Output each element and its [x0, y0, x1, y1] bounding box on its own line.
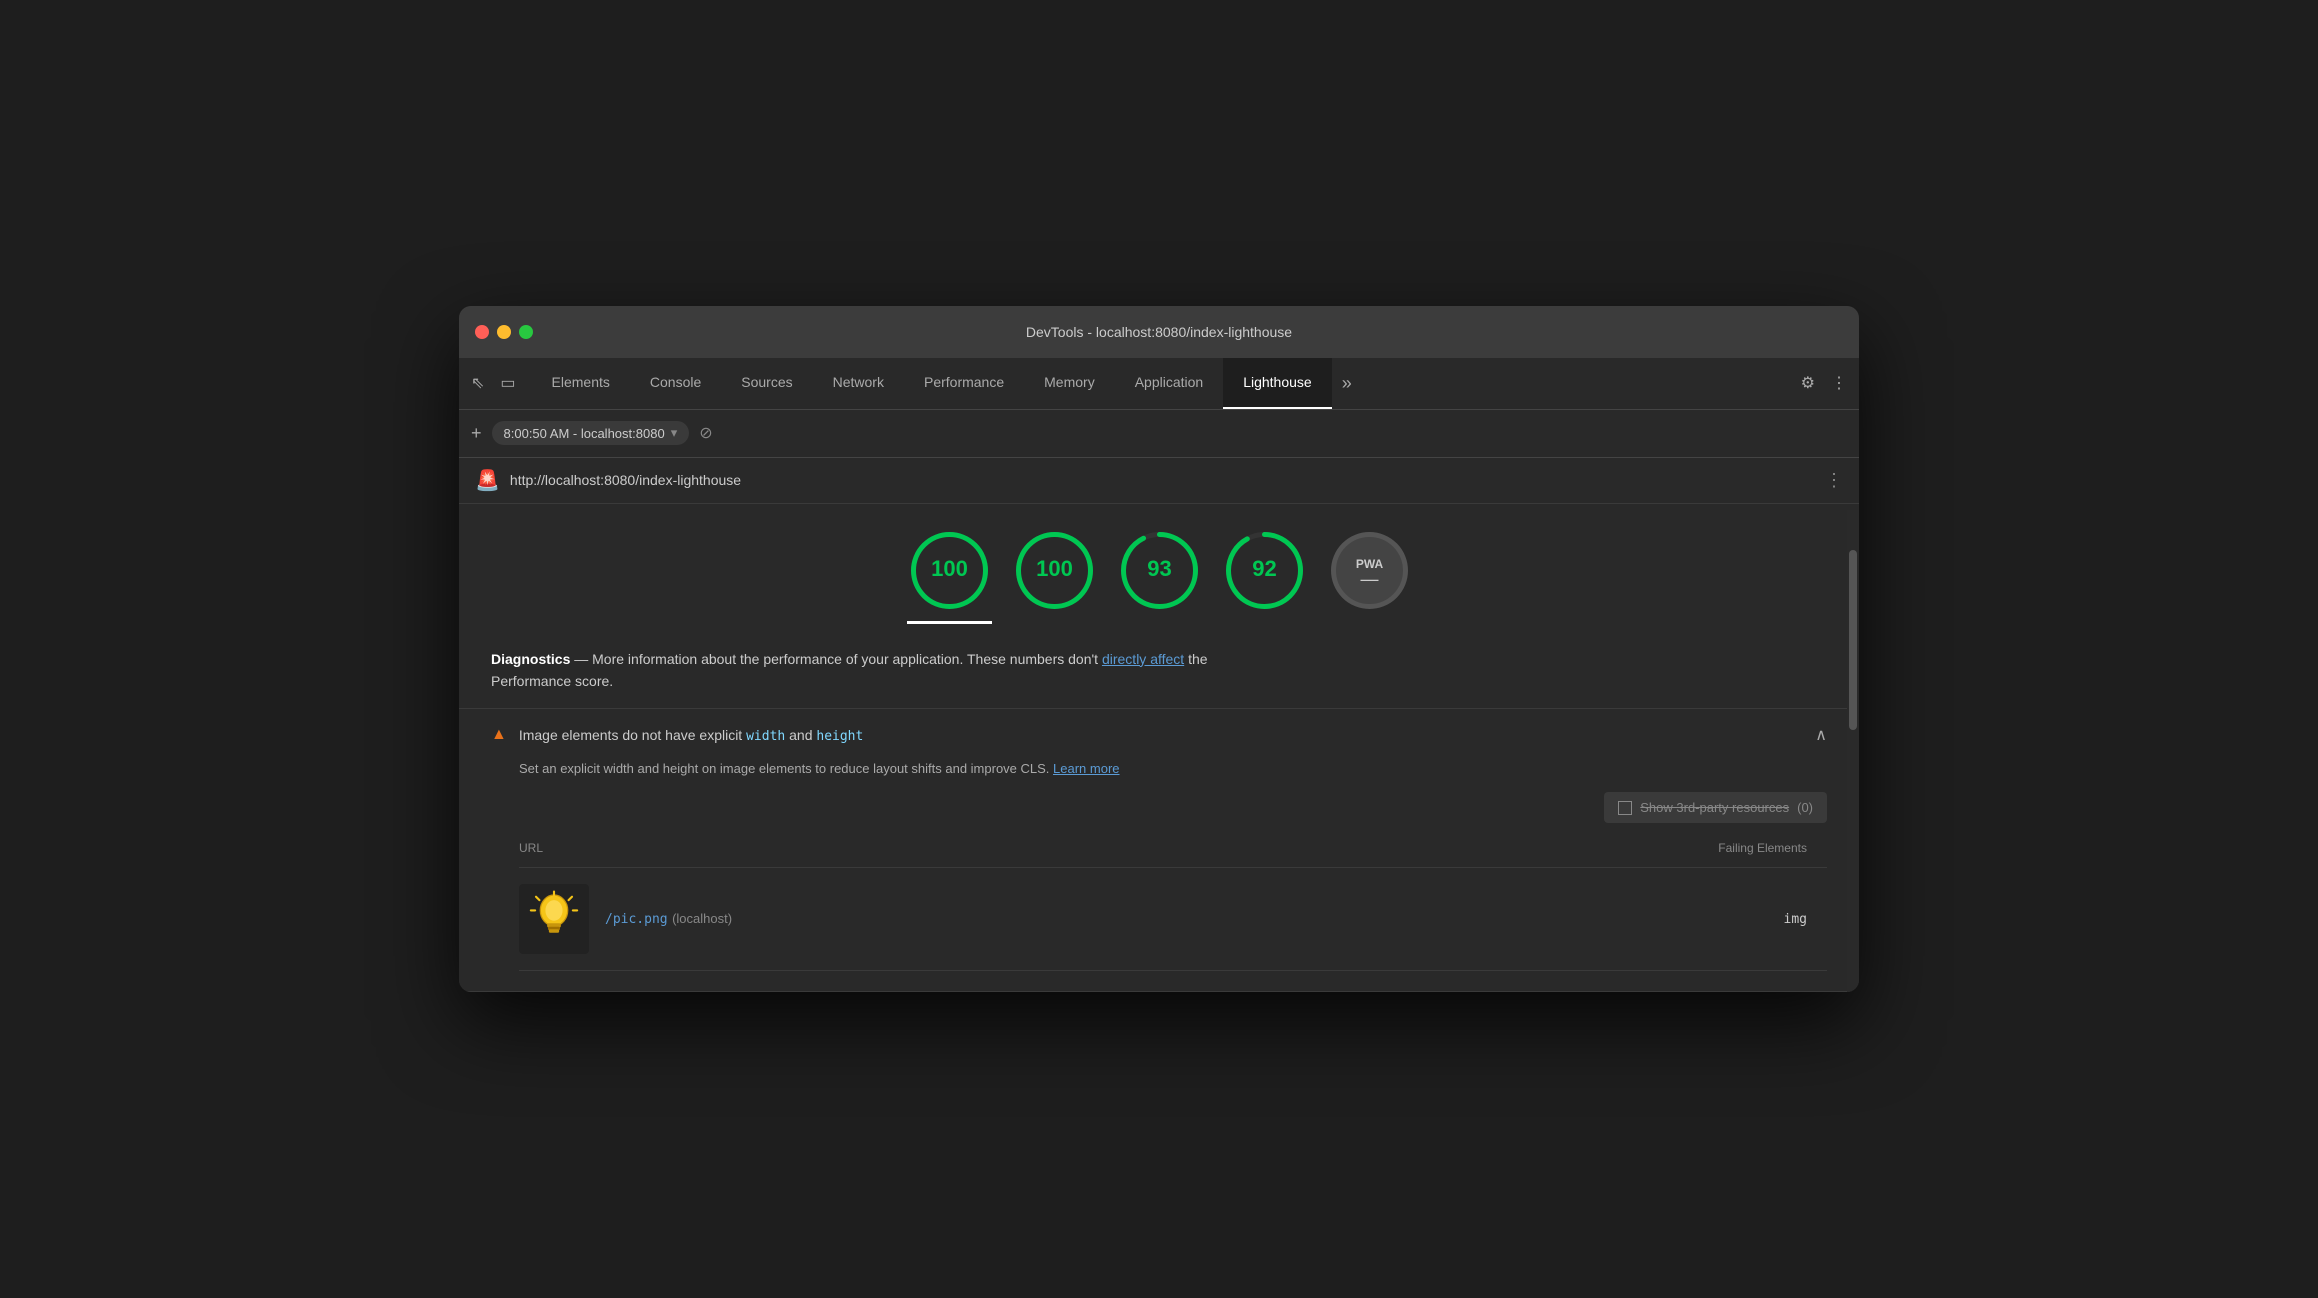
tab-console[interactable]: Console [630, 358, 721, 409]
warning-header-left: ▲ Image elements do not have explicit wi… [491, 726, 863, 744]
lighthouse-logo-icon: 🚨 [475, 468, 500, 493]
third-party-checkbox-input[interactable] [1618, 801, 1632, 815]
url-dropdown-arrow[interactable]: ▾ [671, 425, 678, 441]
score-underline-4 [1222, 621, 1307, 624]
devtools-toolbar: ⇖ ▭ [467, 369, 520, 397]
diagnostics-desc: — More information about the performance… [570, 651, 1102, 667]
file-url-link[interactable]: /pic.png [605, 912, 668, 927]
window-title: DevTools - localhost:8080/index-lighthou… [1026, 324, 1292, 340]
close-button[interactable] [475, 325, 489, 339]
collapse-button[interactable]: ∧ [1815, 725, 1827, 745]
table-row: /pic.png (localhost) img [519, 868, 1827, 971]
warning-desc-text: Set an explicit width and height on imag… [519, 761, 1053, 776]
lighthouse-more-button[interactable]: ⋮ [1825, 470, 1843, 491]
scores-section: 100 100 93 [459, 504, 1859, 624]
scrollbar-thumb[interactable] [1849, 550, 1857, 730]
diagnostics-section: Diagnostics — More information about the… [459, 624, 1859, 710]
minimize-button[interactable] [497, 325, 511, 339]
svg-text:93: 93 [1147, 556, 1171, 581]
warning-body: Set an explicit width and height on imag… [459, 761, 1859, 991]
inspect-icon[interactable]: ⇖ [467, 369, 488, 397]
settings-icon[interactable]: ⚙ [1797, 369, 1819, 397]
diagnostics-line2: Performance score. [491, 673, 613, 689]
warning-item: ▲ Image elements do not have explicit wi… [459, 709, 1859, 992]
score-underline-pwa [1327, 621, 1412, 624]
col-failing-header: Failing Elements [1627, 841, 1827, 855]
more-tabs-button[interactable]: » [1332, 373, 1362, 394]
lighthouse-url: http://localhost:8080/index-lighthouse [510, 472, 1815, 488]
file-origin: (localhost) [672, 911, 732, 926]
tab-network[interactable]: Network [813, 358, 904, 409]
stop-button[interactable]: ⊘ [699, 423, 712, 443]
device-icon[interactable]: ▭ [496, 369, 519, 397]
warning-triangle-icon: ▲ [491, 726, 507, 744]
tabs-container: Elements Console Sources Network Perform… [532, 358, 1797, 409]
width-token: width [746, 729, 785, 744]
tab-sources[interactable]: Sources [721, 358, 812, 409]
diagnostics-desc2: the [1184, 651, 1207, 667]
score-underline [907, 621, 992, 624]
devtools-window: DevTools - localhost:8080/index-lighthou… [459, 306, 1859, 993]
address-bar: + 8:00:50 AM - localhost:8080 ▾ ⊘ [459, 410, 1859, 458]
title-bar: DevTools - localhost:8080/index-lighthou… [459, 306, 1859, 358]
score-circle-performance[interactable]: 100 [907, 528, 992, 624]
diagnostics-label: Diagnostics [491, 651, 570, 667]
maximize-button[interactable] [519, 325, 533, 339]
warning-title: Image elements do not have explicit widt… [519, 727, 864, 744]
main-content: 🚨 http://localhost:8080/index-lighthouse… [459, 458, 1859, 993]
third-party-row: Show 3rd-party resources (0) [519, 792, 1827, 823]
warning-header: ▲ Image elements do not have explicit wi… [459, 709, 1859, 761]
url-chip[interactable]: 8:00:50 AM - localhost:8080 ▾ [492, 421, 690, 445]
row-failing-cell: img [1627, 912, 1827, 927]
tab-application[interactable]: Application [1115, 358, 1224, 409]
score-underline-3 [1117, 621, 1202, 624]
more-options-icon[interactable]: ⋮ [1827, 369, 1851, 397]
table-header: URL Failing Elements [519, 835, 1827, 868]
score-circle-best-practices[interactable]: 93 [1117, 528, 1202, 624]
score-circle-seo[interactable]: 92 [1222, 528, 1307, 624]
scrollbar-track[interactable] [1847, 510, 1859, 993]
svg-text:100: 100 [931, 556, 968, 581]
warning-description: Set an explicit width and height on imag… [519, 761, 1827, 776]
traffic-lights [475, 325, 533, 339]
height-token: height [816, 729, 863, 744]
row-url-cell: /pic.png (localhost) [519, 884, 1627, 954]
directly-affect-link[interactable]: directly affect [1102, 651, 1184, 667]
warning-title-start: Image elements do not have explicit [519, 727, 746, 743]
url-text: 8:00:50 AM - localhost:8080 [504, 426, 665, 441]
score-underline-2 [1012, 621, 1097, 624]
tab-lighthouse[interactable]: Lighthouse [1223, 358, 1332, 409]
svg-text:100: 100 [1036, 556, 1073, 581]
tab-elements[interactable]: Elements [532, 358, 630, 409]
warning-title-mid: and [785, 727, 816, 743]
learn-more-link[interactable]: Learn more [1053, 761, 1119, 776]
image-thumbnail [519, 884, 589, 954]
tab-settings-area: ⚙ ⋮ [1797, 369, 1851, 397]
third-party-checkbox-container: Show 3rd-party resources (0) [1604, 792, 1827, 823]
lighthouse-header: 🚨 http://localhost:8080/index-lighthouse… [459, 458, 1859, 504]
third-party-count: (0) [1797, 800, 1813, 815]
svg-text:92: 92 [1252, 556, 1276, 581]
results-table: URL Failing Elements [519, 835, 1827, 971]
col-url-header: URL [519, 841, 1627, 855]
third-party-label: Show 3rd-party resources [1640, 800, 1789, 815]
tab-performance[interactable]: Performance [904, 358, 1024, 409]
svg-text:—: — [1360, 569, 1378, 589]
tab-bar: ⇖ ▭ Elements Console Sources Network Per… [459, 358, 1859, 410]
score-circle-accessibility[interactable]: 100 [1012, 528, 1097, 624]
tab-memory[interactable]: Memory [1024, 358, 1115, 409]
row-url-info: /pic.png (localhost) [605, 910, 732, 928]
score-circle-pwa[interactable]: PWA — [1327, 528, 1412, 624]
new-tab-button[interactable]: + [471, 423, 482, 444]
